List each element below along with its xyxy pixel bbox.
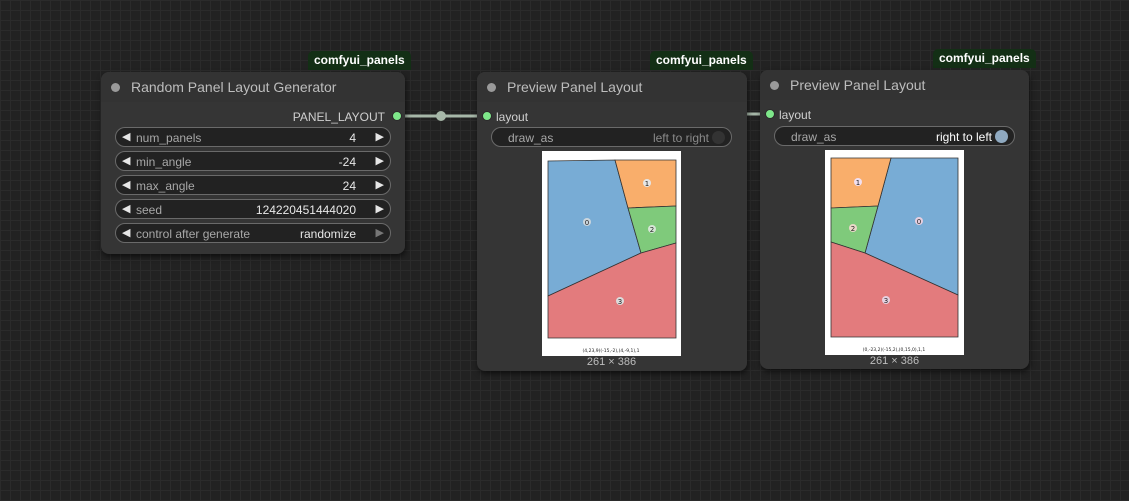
widget-name: seed bbox=[136, 203, 163, 217]
panel-label: 1 bbox=[645, 180, 649, 188]
node-title-bar[interactable]: Preview Panel Layout bbox=[477, 72, 747, 102]
min-angle-widget[interactable]: ◀ min_angle -24 ▶ bbox=[115, 151, 391, 171]
widget-name: control after generate bbox=[136, 227, 251, 241]
widget-value: left to right bbox=[652, 131, 709, 145]
num-panels-widget[interactable]: ◀ num_panels 4 ▶ bbox=[115, 127, 391, 147]
node-badge: comfyui_panels bbox=[650, 51, 753, 70]
decrement-arrow-icon[interactable]: ◀ bbox=[122, 178, 130, 192]
widget-name: min_angle bbox=[136, 155, 192, 169]
decrement-arrow-icon[interactable]: ◀ bbox=[122, 226, 130, 240]
image-dimensions-caption: 261 × 386 bbox=[869, 355, 920, 367]
widget-name: draw_as bbox=[508, 131, 554, 145]
panel-label: 2 bbox=[851, 225, 855, 233]
link-midpoint[interactable] bbox=[436, 111, 446, 121]
collapse-dot-icon[interactable] bbox=[111, 83, 120, 92]
increment-arrow-icon[interactable]: ▶ bbox=[376, 130, 384, 144]
input-label-layout: layout bbox=[496, 110, 529, 124]
decrement-arrow-icon[interactable]: ◀ bbox=[122, 202, 130, 216]
widget-name: num_panels bbox=[136, 131, 202, 145]
panel-label: 0 bbox=[585, 219, 589, 227]
toggle-knob[interactable] bbox=[712, 131, 725, 144]
collapse-dot-icon[interactable] bbox=[487, 83, 496, 92]
output-slot-panel-layout[interactable] bbox=[392, 111, 402, 121]
control-after-generate-widget[interactable]: ◀ control after generate randomize ▶ bbox=[115, 223, 391, 243]
widget-value: randomize bbox=[299, 227, 356, 241]
increment-arrow-icon[interactable]: ▶ bbox=[376, 226, 384, 240]
node-title: Preview Panel Layout bbox=[507, 79, 643, 95]
input-slot-layout[interactable] bbox=[482, 111, 492, 121]
preview-image: 0 1 2 3 (4,23,9)(-15,-2),(4,-9,1),1 bbox=[542, 151, 681, 356]
node-title-bar[interactable]: Random Panel Layout Generator bbox=[101, 72, 405, 102]
panel-label: 0 bbox=[917, 218, 921, 226]
widget-name: max_angle bbox=[136, 179, 195, 193]
panel-layout-drawing: 0 1 2 3 (0,-23,2)(-15,2),(0,15,0),1,1 bbox=[830, 157, 959, 353]
random-panel-layout-generator-node[interactable]: Random Panel Layout Generator PANEL_LAYO… bbox=[101, 72, 405, 254]
image-footer-text: (0,-23,2)(-15,2),(0,15,0),1,1 bbox=[863, 347, 926, 353]
image-dimensions-caption: 261 × 386 bbox=[586, 356, 637, 368]
increment-arrow-icon[interactable]: ▶ bbox=[376, 154, 384, 168]
panel-label: 3 bbox=[618, 298, 622, 306]
draw-as-toggle[interactable]: draw_as right to left bbox=[774, 126, 1015, 146]
input-slot-layout[interactable] bbox=[765, 109, 775, 119]
preview-image: 0 1 2 3 (0,-23,2)(-15,2),(0,15,0),1,1 bbox=[825, 150, 964, 355]
panel-label: 1 bbox=[856, 179, 860, 187]
max-angle-widget[interactable]: ◀ max_angle 24 ▶ bbox=[115, 175, 391, 195]
preview-panel-layout-node-2[interactable]: Preview Panel Layout layout draw_as righ… bbox=[760, 70, 1029, 369]
node-title: Preview Panel Layout bbox=[790, 77, 926, 93]
node-badge: comfyui_panels bbox=[933, 49, 1036, 68]
image-footer-text: (4,23,9)(-15,-2),(4,-9,1),1 bbox=[583, 348, 640, 354]
node-badge: comfyui_panels bbox=[308, 51, 411, 70]
widget-value: 4 bbox=[349, 131, 356, 145]
preview-panel-layout-node-1[interactable]: Preview Panel Layout layout draw_as left… bbox=[477, 72, 747, 371]
panel-label: 2 bbox=[650, 226, 654, 234]
draw-as-toggle[interactable]: draw_as left to right bbox=[491, 127, 732, 147]
node-title: Random Panel Layout Generator bbox=[131, 79, 337, 95]
input-label-layout: layout bbox=[779, 108, 812, 122]
seed-widget[interactable]: ◀ seed 124220451444020 ▶ bbox=[115, 199, 391, 219]
increment-arrow-icon[interactable]: ▶ bbox=[376, 202, 384, 216]
collapse-dot-icon[interactable] bbox=[770, 81, 779, 90]
increment-arrow-icon[interactable]: ▶ bbox=[376, 178, 384, 192]
widget-value: 24 bbox=[342, 179, 356, 193]
decrement-arrow-icon[interactable]: ◀ bbox=[122, 130, 130, 144]
widget-name: draw_as bbox=[791, 130, 837, 144]
panel-layout-drawing: 0 1 2 3 (4,23,9)(-15,-2),(4,-9,1),1 bbox=[547, 159, 677, 354]
widget-value: -24 bbox=[338, 155, 356, 169]
output-label-panel-layout: PANEL_LAYOUT bbox=[292, 110, 385, 124]
widget-value: 124220451444020 bbox=[255, 203, 356, 217]
toggle-knob[interactable] bbox=[995, 130, 1008, 143]
widget-value: right to left bbox=[935, 130, 992, 144]
decrement-arrow-icon[interactable]: ◀ bbox=[122, 154, 130, 168]
node-graph-canvas[interactable]: comfyui_panels Random Panel Layout Gener… bbox=[0, 0, 1129, 501]
panel-label: 3 bbox=[884, 297, 888, 305]
node-title-bar[interactable]: Preview Panel Layout bbox=[760, 70, 1029, 100]
